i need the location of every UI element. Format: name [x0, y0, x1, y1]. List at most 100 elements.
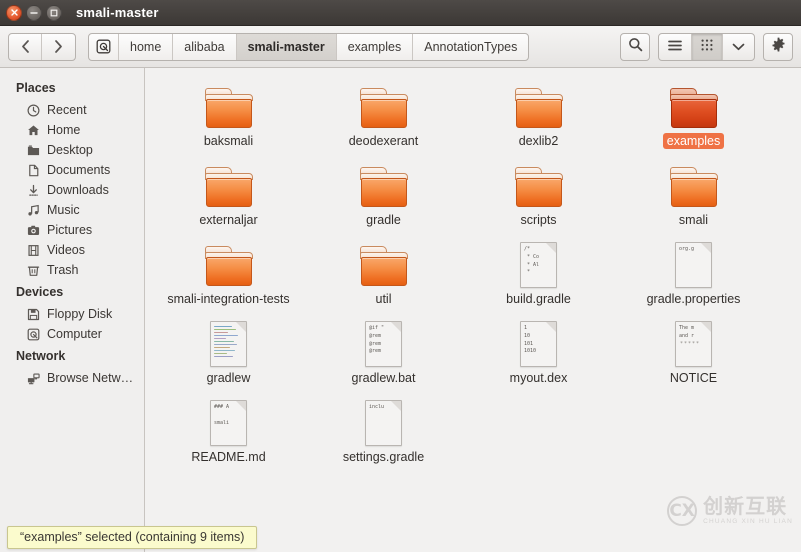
- file-label: build.gradle: [506, 292, 571, 306]
- file-icon: inclu: [356, 394, 412, 446]
- file-icon: 1 10 101 1010: [511, 315, 567, 367]
- file-manager-window: smali-master home alibaba smali-master e…: [0, 0, 801, 552]
- folder-icon: [514, 167, 564, 209]
- sidebar-item-desktop[interactable]: Desktop: [0, 140, 144, 160]
- sidebar-section-network: Network: [16, 349, 66, 363]
- sidebar-item-label: Floppy Disk: [47, 307, 113, 321]
- file-item[interactable]: inclu settings.gradle: [306, 390, 461, 467]
- sidebar-item-label: Browse Netw…: [47, 371, 134, 385]
- sidebar-item-computer[interactable]: Computer: [0, 324, 144, 344]
- file-label: settings.gradle: [342, 450, 425, 464]
- file-icon: [356, 157, 412, 209]
- file-label: examples: [662, 133, 725, 149]
- back-button[interactable]: [9, 33, 42, 60]
- file-item[interactable]: /* * Co * Al * build.gradle: [461, 232, 616, 309]
- file-item[interactable]: ### A smali README.md: [151, 390, 306, 467]
- file-label: gradle: [366, 213, 401, 227]
- chevron-down-icon: [732, 38, 745, 56]
- network-icon: [26, 371, 40, 385]
- breadcrumb-item-examples[interactable]: examples: [337, 33, 414, 60]
- file-icon: org.g: [666, 236, 722, 288]
- file-item[interactable]: baksmali: [151, 74, 306, 151]
- sidebar-item-pictures[interactable]: Pictures: [0, 220, 144, 240]
- window-title: smali-master: [76, 5, 159, 20]
- sidebar-item-videos[interactable]: Videos: [0, 240, 144, 260]
- file-item[interactable]: smali: [616, 153, 771, 230]
- file-icon: [201, 315, 257, 367]
- file-preview-lines: [211, 322, 246, 357]
- settings-button[interactable]: [763, 32, 793, 61]
- list-view-button[interactable]: [659, 33, 692, 60]
- sidebar-item-trash[interactable]: Trash: [0, 260, 144, 280]
- file-item[interactable]: The m and r ***** NOTICE: [616, 311, 771, 388]
- file-label: baksmali: [203, 134, 254, 148]
- folder-icon: [359, 88, 409, 130]
- floppy-disk-icon: [26, 307, 40, 321]
- watermark: CX 创新互联 CHUANG XIN HU LIAN: [667, 496, 793, 526]
- file-list-area[interactable]: baksmali deodexerant dexlib2 examples ex…: [145, 68, 801, 552]
- file-label: gradlew: [206, 371, 251, 385]
- sidebar-item-label: Desktop: [47, 143, 93, 157]
- markdown-file-icon: ### A smali: [210, 400, 247, 446]
- breadcrumb-item-home[interactable]: home: [119, 33, 174, 60]
- file-preview-text: org.g: [679, 246, 695, 252]
- file-icon: [511, 157, 567, 209]
- grid-view-icon: [701, 38, 713, 56]
- file-label: scripts: [520, 213, 557, 227]
- file-label: gradle.properties: [646, 292, 741, 306]
- file-item[interactable]: 1 10 101 1010 myout.dex: [461, 311, 616, 388]
- folder-icon: [204, 246, 254, 288]
- watermark-chinese: 创新互联: [703, 495, 788, 518]
- breadcrumb-root-icon[interactable]: [89, 33, 119, 60]
- file-icon: /* * Co * Al *: [511, 236, 567, 288]
- view-mode-group: [658, 32, 755, 61]
- file-item[interactable]: gradlew: [151, 311, 306, 388]
- file-item[interactable]: externaljar: [151, 153, 306, 230]
- sidebar-item-browse-network[interactable]: Browse Netw…: [0, 368, 144, 388]
- file-icon: ### A smali: [201, 394, 257, 446]
- trash-icon: [26, 263, 40, 277]
- film-icon: [26, 243, 40, 257]
- sidebar-item-home[interactable]: Home: [0, 120, 144, 140]
- file-item[interactable]: deodexerant: [306, 74, 461, 151]
- file-item[interactable]: util: [306, 232, 461, 309]
- sidebar-item-downloads[interactable]: Downloads: [0, 180, 144, 200]
- sidebar-item-documents[interactable]: Documents: [0, 160, 144, 180]
- maximize-button[interactable]: [46, 4, 62, 21]
- file-item[interactable]: @if " @rem @rem @rem gradlew.bat: [306, 311, 461, 388]
- folder-icon: [359, 246, 409, 288]
- file-icon: [511, 78, 567, 130]
- close-button[interactable]: [6, 4, 22, 21]
- folder-icon: [204, 167, 254, 209]
- minimize-button[interactable]: [26, 4, 42, 21]
- file-label: NOTICE: [669, 371, 718, 385]
- sidebar-item-floppy-disk[interactable]: Floppy Disk: [0, 304, 144, 324]
- file-icon: [356, 78, 412, 130]
- text-file-icon: /* * Co * Al *: [520, 242, 557, 288]
- forward-button[interactable]: [42, 34, 75, 60]
- sidebar-item-recent[interactable]: Recent: [0, 100, 144, 120]
- file-item[interactable]: org.g gradle.properties: [616, 232, 771, 309]
- sidebar-item-label: Videos: [47, 243, 85, 257]
- icon-grid: baksmali deodexerant dexlib2 examples ex…: [145, 68, 801, 469]
- navigation-buttons: [8, 32, 76, 61]
- desktop-folder-icon: [26, 143, 40, 157]
- sidebar-item-label: Downloads: [47, 183, 109, 197]
- search-button[interactable]: [620, 32, 650, 61]
- file-item-selected[interactable]: examples: [616, 74, 771, 151]
- grid-view-button[interactable]: [692, 33, 723, 60]
- sidebar-item-label: Home: [47, 123, 81, 137]
- breadcrumb-item-alibaba[interactable]: alibaba: [173, 33, 237, 60]
- file-item[interactable]: gradle: [306, 153, 461, 230]
- breadcrumb-item-smali-master[interactable]: smali-master: [236, 33, 337, 60]
- watermark-text: 创新互联 CHUANG XIN HU LIAN: [703, 497, 793, 526]
- file-item[interactable]: smali-integration-tests: [151, 232, 306, 309]
- title-bar: smali-master: [0, 0, 801, 26]
- file-item[interactable]: dexlib2: [461, 74, 616, 151]
- file-item[interactable]: scripts: [461, 153, 616, 230]
- breadcrumb-item-annotationtypes[interactable]: AnnotationTypes: [413, 34, 528, 60]
- folder-icon: [514, 88, 564, 130]
- sidebar-section-places: Places: [16, 81, 56, 95]
- view-options-button[interactable]: [723, 34, 754, 60]
- sidebar-item-music[interactable]: Music: [0, 200, 144, 220]
